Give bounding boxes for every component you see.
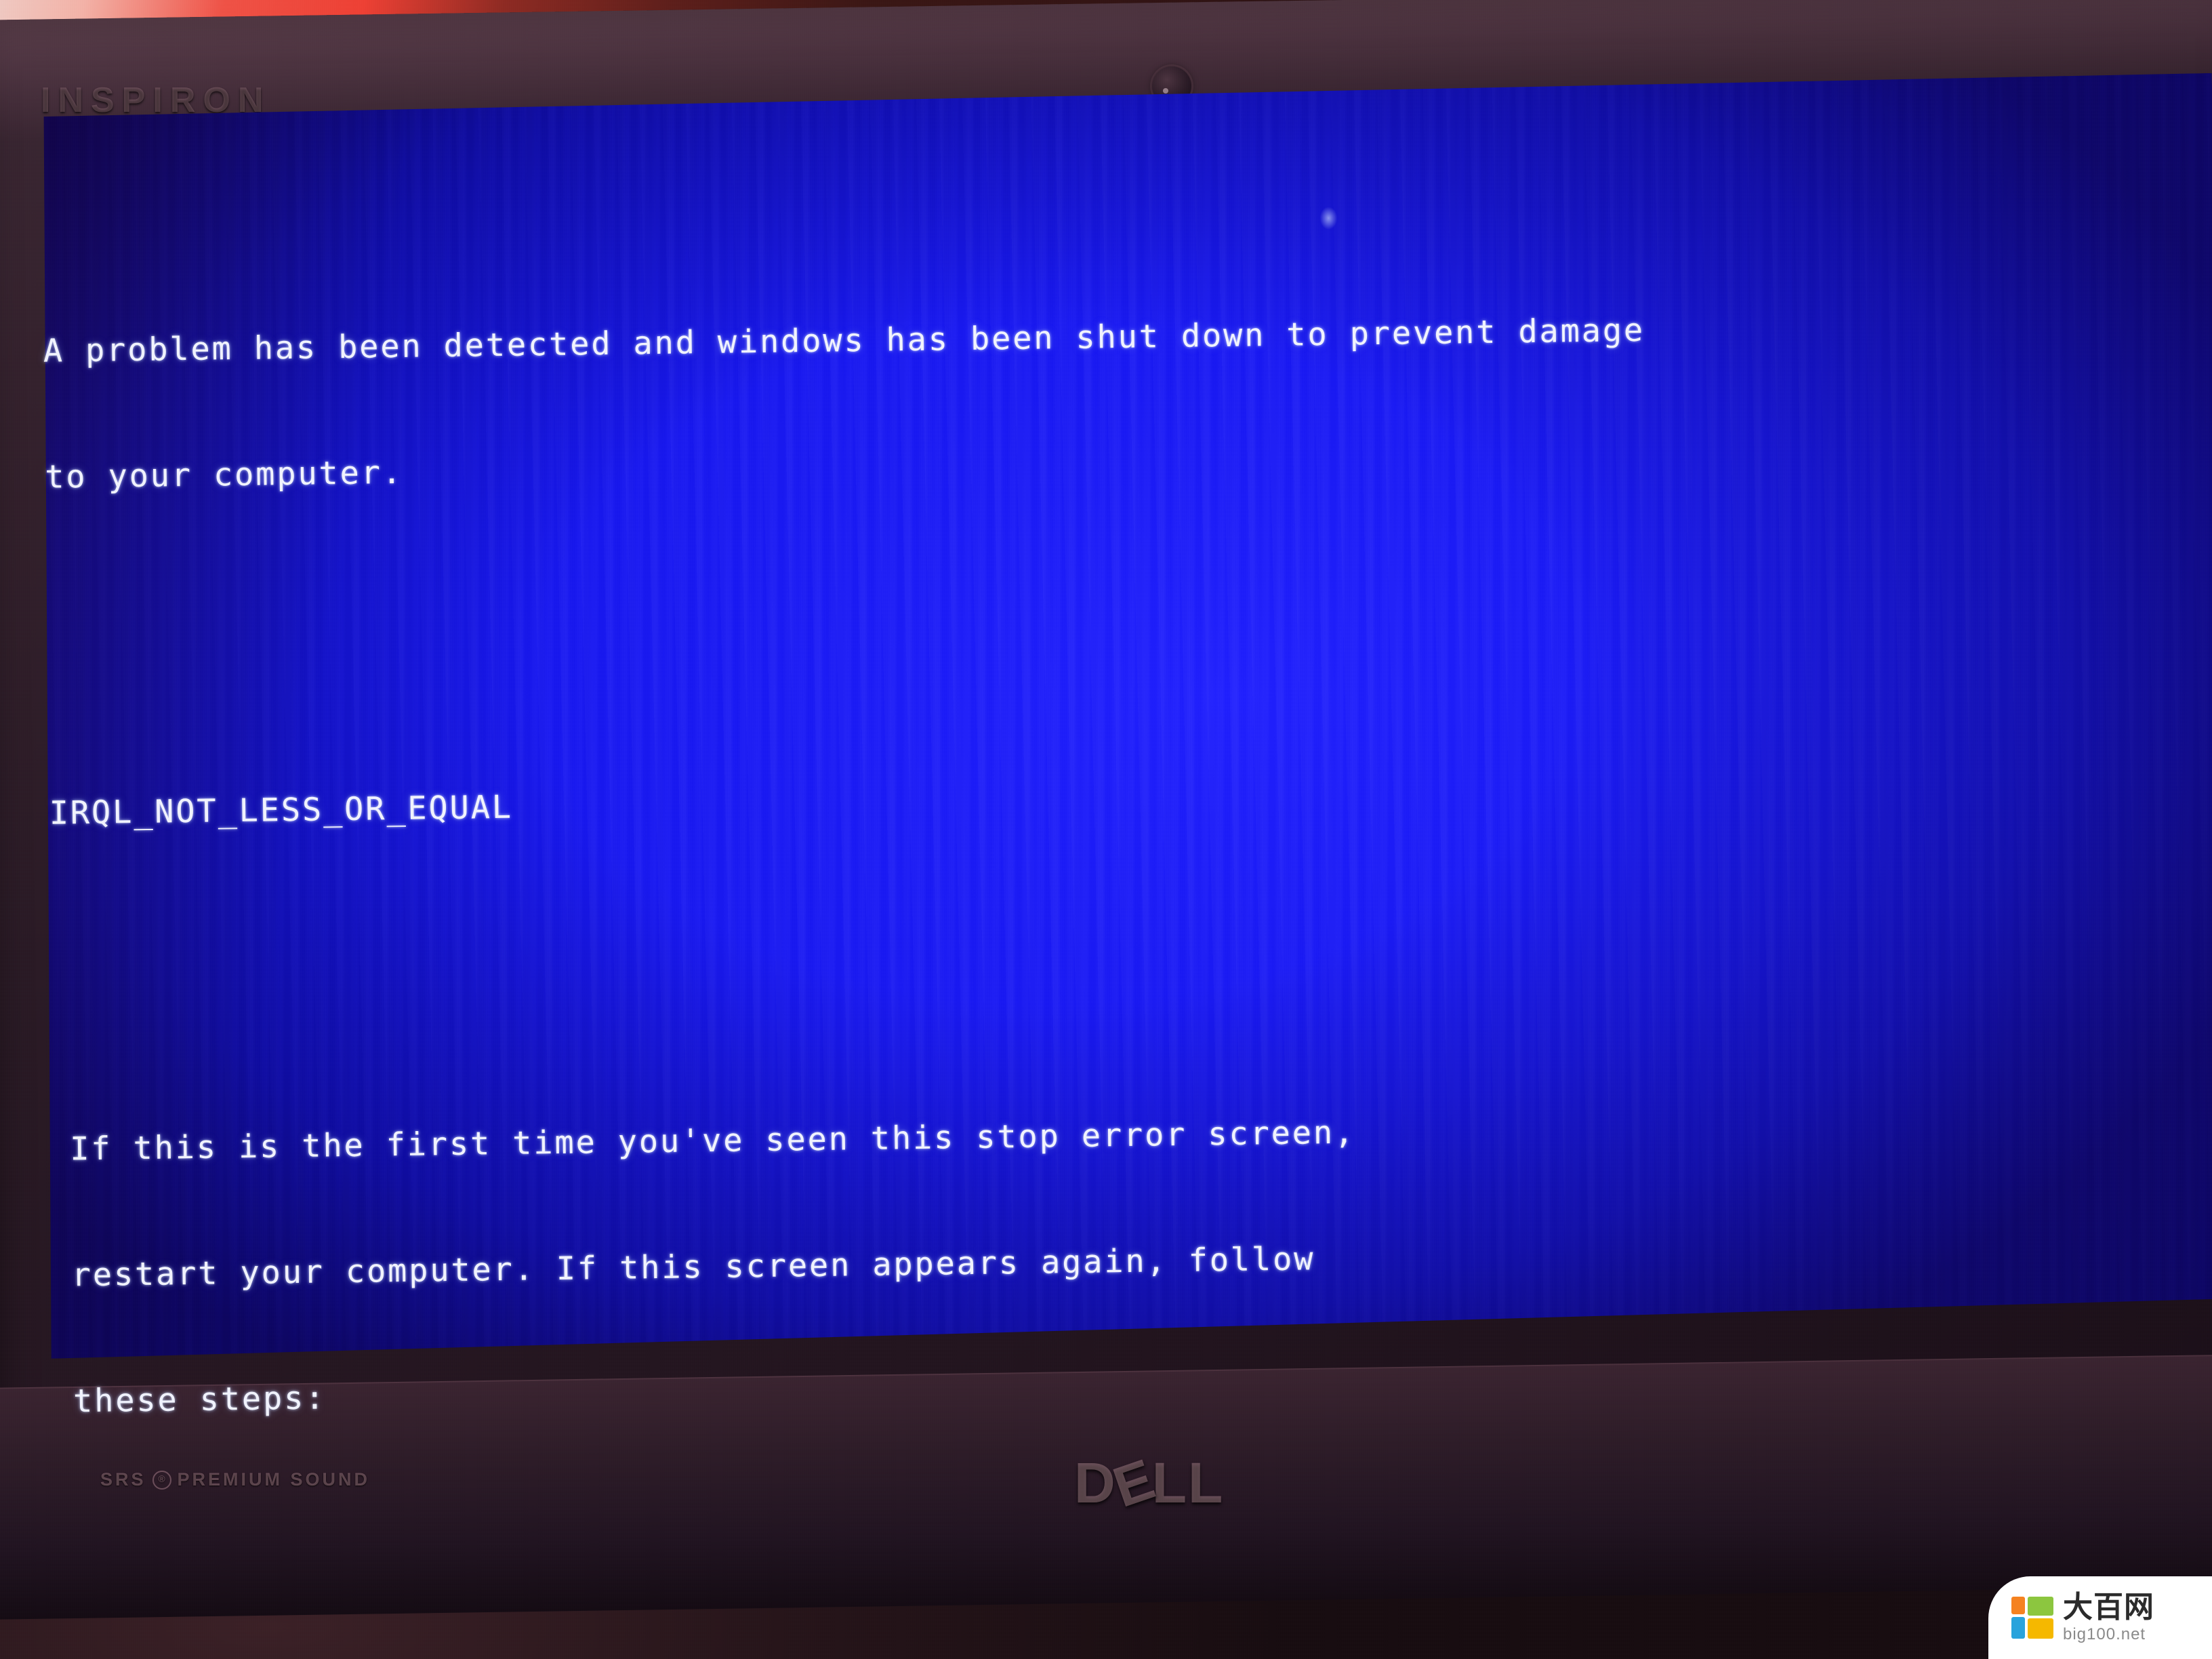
- screen-moire-pattern: [30, 73, 2212, 1359]
- lcd-screen: [30, 73, 2212, 1359]
- watermark-text: 大百网 big100.net: [2063, 1593, 2154, 1643]
- registered-trademark-icon: ®: [152, 1470, 171, 1490]
- screen-vignette: [30, 73, 2212, 1359]
- watermark-site-url: big100.net: [2063, 1625, 2146, 1643]
- screen-moire-pattern-secondary: [30, 73, 2212, 1359]
- logo-block-blue: [2011, 1617, 2025, 1639]
- srs-premium-sound-label: SRS ® PREMIUM SOUND: [100, 1469, 370, 1490]
- photograph-of-laptop-screen: INSPIRON A problem has been detected and…: [0, 0, 2212, 1659]
- logo-block-yellow: [2028, 1618, 2053, 1639]
- watermark-site-name-cn: 大百网: [2063, 1590, 2154, 1624]
- dell-logo: D E LL: [1074, 1446, 1224, 1519]
- logo-block-green: [2028, 1597, 2053, 1616]
- srs-wordmark: SRS: [100, 1469, 146, 1490]
- site-watermark: 大百网 big100.net: [1988, 1576, 2212, 1659]
- screen-glare-spot: [1319, 207, 1337, 230]
- watermark-logo-icon: [2011, 1597, 2053, 1639]
- bsod-blue-background: [30, 73, 2212, 1359]
- logo-block-orange: [2011, 1597, 2025, 1614]
- premium-sound-text: PREMIUM SOUND: [177, 1469, 371, 1490]
